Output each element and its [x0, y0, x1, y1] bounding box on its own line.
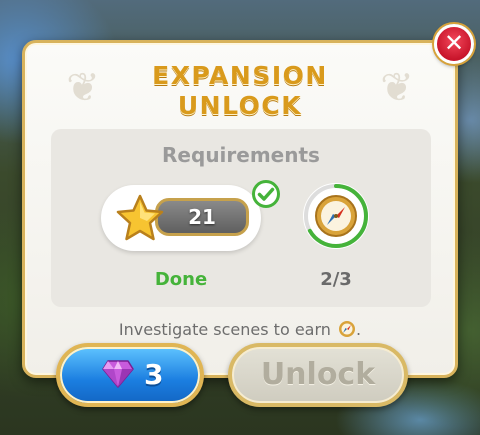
hint-period: . [356, 320, 362, 339]
hint-text: Investigate scenes to earn . [25, 320, 455, 339]
check-icon [252, 180, 280, 208]
gem-unlock-button[interactable]: 3 [56, 343, 204, 407]
dialog-title-line1: EXPANSION [152, 61, 328, 90]
requirements-box: Requirements 21 Done 2/3 [51, 129, 431, 307]
unlock-button[interactable]: Unlock [228, 343, 408, 407]
compass-requirement [301, 181, 371, 251]
star-icon [116, 194, 164, 241]
requirements-heading: Requirements [162, 143, 320, 167]
star-status-label: Done [154, 269, 208, 290]
dialog-title-line2: UNLOCK [177, 91, 303, 120]
unlock-button-label: Unlock [260, 357, 376, 392]
close-button[interactable]: ✕ [434, 24, 474, 64]
expansion-unlock-dialog: ❦ ❦ EXPANSION UNLOCK Requirements 21 Don… [22, 40, 458, 378]
gem-count: 3 [144, 358, 164, 391]
gem-icon [102, 360, 134, 388]
compass-icon [315, 195, 357, 237]
compass-progress-label: 2/3 [320, 269, 352, 290]
star-requirement: 21 [101, 185, 261, 251]
star-count-bar: 21 [155, 198, 249, 236]
star-count: 21 [188, 205, 216, 229]
hint-label: Investigate scenes to earn [118, 320, 331, 339]
compass-icon [339, 321, 355, 337]
dialog-title: EXPANSION UNLOCK [25, 61, 455, 121]
